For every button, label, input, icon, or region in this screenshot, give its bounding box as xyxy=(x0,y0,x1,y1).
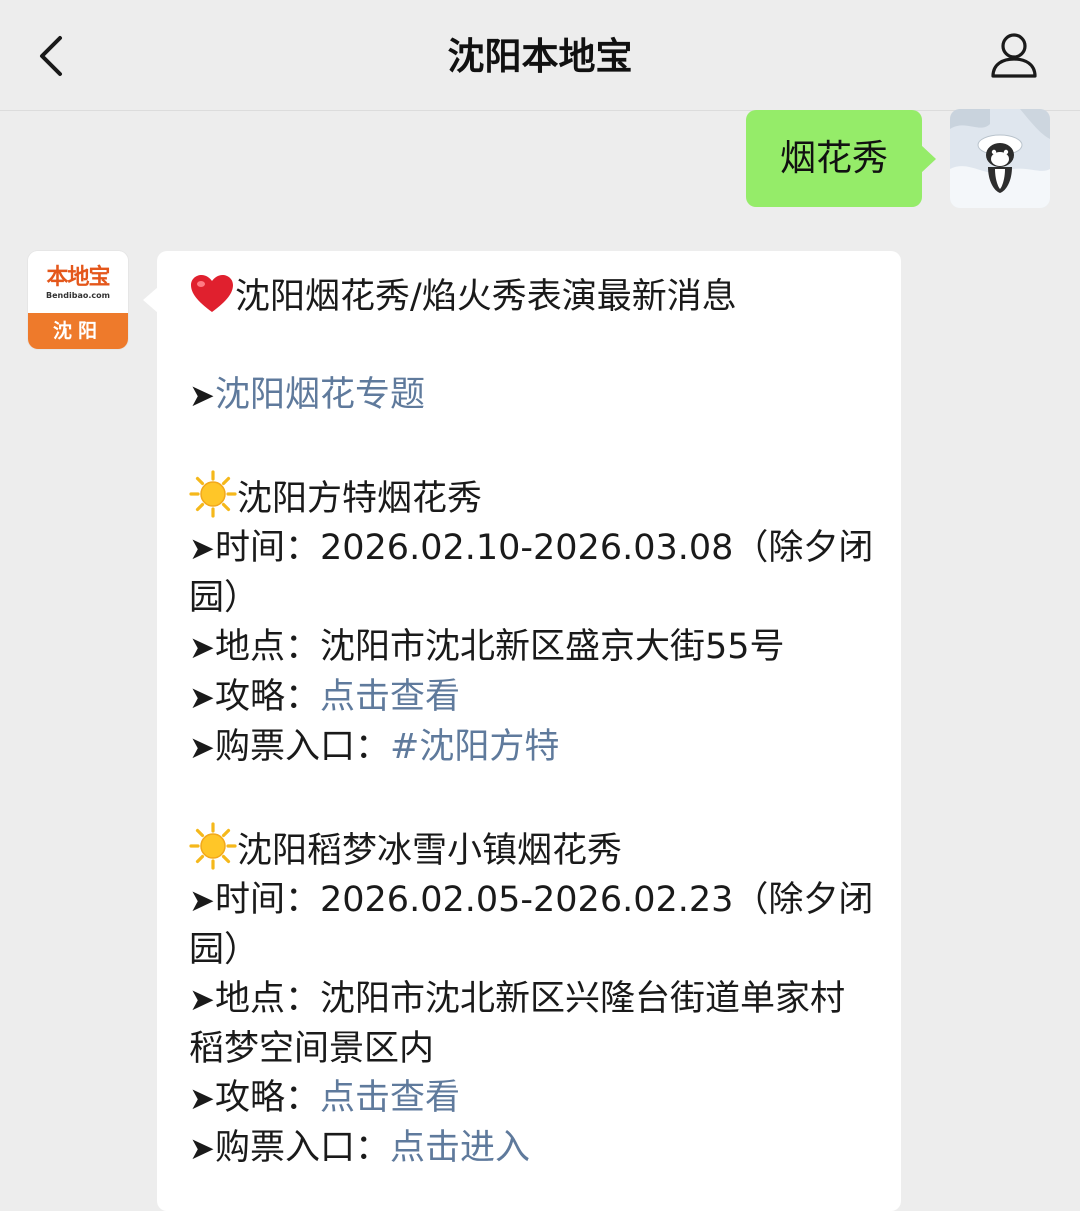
event-place-line: ➤地点：沈阳市沈北新区盛京大街55号 xyxy=(189,623,879,673)
event-guide-line: ➤攻略：点击查看 xyxy=(189,1074,879,1124)
event-place-line: ➤地点：沈阳市沈北新区兴隆台街道单家村稻梦空间景区内 xyxy=(189,975,879,1074)
arrow-glyph: ➤ xyxy=(189,982,215,1018)
arrow-glyph: ➤ xyxy=(189,630,215,666)
arrow-glyph: ➤ xyxy=(189,1131,215,1167)
logo-domain-text: Bendibao.com xyxy=(46,291,110,300)
arrow-glyph: ➤ xyxy=(189,883,215,919)
headline-line: 沈阳烟花秀/焰火秀表演最新消息 xyxy=(189,273,879,322)
back-button[interactable] xyxy=(28,28,78,84)
event-ticket-label: 购票入口： xyxy=(214,727,390,767)
message-body: 沈阳烟花秀/焰火秀表演最新消息 ➤沈阳烟花专题 沈阳方特烟花秀 ➤时间：2026… xyxy=(189,273,879,1174)
official-account-avatar[interactable]: 本地宝 Bendibao.com 沈阳 xyxy=(28,251,128,349)
arrow-glyph: ➤ xyxy=(189,680,215,716)
user-avatar-image xyxy=(950,109,1050,208)
event-place-label: 地点： xyxy=(214,627,320,667)
event-title-line: 沈阳方特烟花秀 xyxy=(189,470,879,524)
headline-text: 沈阳烟花秀/焰火秀表演最新消息 xyxy=(235,277,737,317)
event-ticket-line: ➤购票入口：点击进入 xyxy=(189,1124,879,1174)
event-ticket-link[interactable]: 点击进入 xyxy=(390,1128,530,1168)
chevron-left-icon xyxy=(40,36,62,76)
logo-city-text: 沈阳 xyxy=(28,313,128,349)
event-title-line: 沈阳稻梦冰雪小镇烟花秀 xyxy=(189,822,879,876)
outgoing-message-text: 烟花秀 xyxy=(779,138,888,179)
arrow-glyph: ➤ xyxy=(189,378,215,414)
top-nav-bar: 沈阳本地宝 xyxy=(0,0,1080,111)
event-ticket-line: ➤购票入口：#沈阳方特 xyxy=(189,723,879,773)
event-guide-link[interactable]: 点击查看 xyxy=(320,677,460,717)
event-time-label: 时间： xyxy=(214,880,320,920)
event-ticket-link[interactable]: #沈阳方特 xyxy=(390,727,559,767)
outgoing-message-bubble[interactable]: 烟花秀 xyxy=(746,110,936,207)
heart-icon xyxy=(189,274,235,314)
event-title: 沈阳稻梦冰雪小镇烟花秀 xyxy=(237,831,623,871)
event-guide-label: 攻略： xyxy=(214,677,320,717)
event-time-line: ➤时间：2026.02.10-2026.03.08（除夕闭园） xyxy=(189,524,879,623)
event-title: 沈阳方特烟花秀 xyxy=(237,479,483,519)
event-time-label: 时间： xyxy=(214,528,320,568)
event-guide-label: 攻略： xyxy=(214,1078,320,1118)
topic-line: ➤沈阳烟花专题 xyxy=(189,371,879,421)
profile-button[interactable] xyxy=(984,28,1044,84)
arrow-glyph: ➤ xyxy=(189,1081,215,1117)
chat-title: 沈阳本地宝 xyxy=(447,35,633,78)
sun-icon xyxy=(189,822,237,870)
sun-icon xyxy=(189,470,237,518)
event-place-value: 沈阳市沈北新区盛京大街55号 xyxy=(320,627,785,667)
arrow-glyph: ➤ xyxy=(189,531,215,567)
event-place-label: 地点： xyxy=(214,979,320,1019)
arrow-glyph: ➤ xyxy=(189,730,215,766)
event-ticket-label: 购票入口： xyxy=(214,1128,390,1168)
event-guide-link[interactable]: 点击查看 xyxy=(320,1078,460,1118)
event-time-line: ➤时间：2026.02.05-2026.02.23（除夕闭园） xyxy=(189,876,879,975)
logo-brand-text: 本地宝 xyxy=(46,264,110,290)
event-guide-line: ➤攻略：点击查看 xyxy=(189,673,879,723)
person-icon xyxy=(991,33,1037,78)
user-avatar[interactable] xyxy=(950,109,1050,208)
topic-link[interactable]: 沈阳烟花专题 xyxy=(215,375,425,415)
incoming-message-bubble: 沈阳烟花秀/焰火秀表演最新消息 ➤沈阳烟花专题 沈阳方特烟花秀 ➤时间：2026… xyxy=(143,251,901,1211)
